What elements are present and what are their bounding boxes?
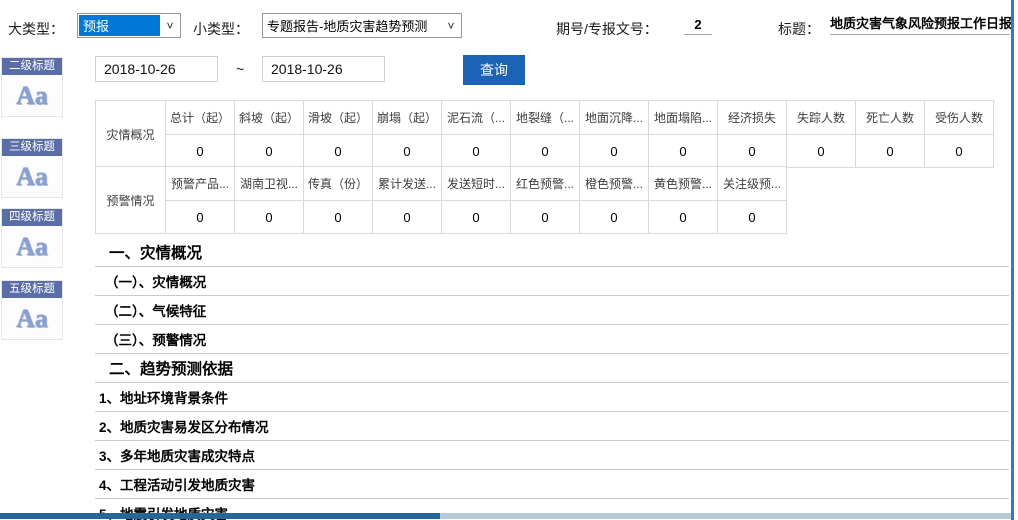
column-header: 传真（份）	[304, 167, 373, 201]
sidebar-item-heading5[interactable]: 五级标题 Aa	[1, 280, 63, 340]
heading3-title: 三级标题	[2, 139, 62, 156]
table-cell-value: 0	[166, 201, 235, 234]
date-from-input[interactable]	[95, 56, 218, 82]
sidebar-item-heading4[interactable]: 四级标题 Aa	[1, 208, 63, 268]
table-cell-value: 0	[304, 201, 373, 234]
table-row-label: 灾情概况	[96, 101, 166, 168]
chevron-down-icon: ˅	[441, 14, 461, 37]
outline-item-2-4[interactable]: 4、工程活动引发地质灾害	[95, 470, 1009, 499]
column-header: 湖南卫视...	[235, 167, 304, 201]
font-style-aa-icon: Aa	[2, 226, 62, 267]
heading5-title: 五级标题	[2, 281, 62, 298]
major-type-label: 大类型：	[8, 19, 64, 39]
column-header: 黄色预警...	[649, 167, 718, 201]
table-cell-value: 0	[304, 135, 373, 168]
table-cell-value: 0	[649, 135, 718, 168]
minor-type-select[interactable]: 专题报告-地质灾害趋势预测 ˅	[262, 13, 462, 38]
column-header: 地裂缝（...	[511, 101, 580, 135]
column-header: 崩塌（起）	[373, 101, 442, 135]
warning-status-table: 预警情况 预警产品... 湖南卫视... 传真（份） 累计发送... 发送短时.…	[95, 166, 787, 234]
outline-subsection-1-1[interactable]: （一）、灾情概况	[95, 267, 1009, 296]
major-type-selected-value: 预报	[79, 15, 160, 36]
table-cell-value: 0	[166, 135, 235, 168]
table-cell-value: 0	[925, 135, 994, 168]
date-range-separator: ~	[236, 61, 244, 77]
table-cell-value: 0	[580, 135, 649, 168]
column-header: 地面沉降...	[580, 101, 649, 135]
issue-number-label: 期号/专报文号：	[556, 19, 658, 39]
outline-subsection-1-3[interactable]: （三）、预警情况	[95, 325, 1009, 354]
major-type-select[interactable]: 预报 ˅	[77, 13, 181, 38]
table-cell-value: 0	[511, 135, 580, 168]
column-header: 累计发送...	[373, 167, 442, 201]
horizontal-scrollbar-thumb[interactable]	[0, 513, 440, 519]
font-style-aa-icon: Aa	[2, 75, 62, 116]
outline-section-2[interactable]: 二、趋势预测依据	[95, 354, 1009, 383]
table-cell-value: 0	[580, 201, 649, 234]
column-header: 死亡人数	[856, 101, 925, 135]
column-header: 发送短时...	[442, 167, 511, 201]
table-cell-value: 0	[442, 135, 511, 168]
outline-subsection-1-2[interactable]: （二）、气候特征	[95, 296, 1009, 325]
horizontal-scrollbar[interactable]	[0, 513, 1011, 519]
table-cell-value: 0	[511, 201, 580, 234]
table-cell-value: 0	[235, 135, 304, 168]
outline-item-2-3[interactable]: 3、多年地质灾害成灾特点	[95, 441, 1009, 470]
issue-number-field[interactable]: 2	[684, 14, 712, 35]
column-header: 经济损失	[718, 101, 787, 135]
column-header: 总计（起）	[166, 101, 235, 135]
outline-item-2-1[interactable]: 1、地址环境背景条件	[95, 383, 1009, 412]
outline-section-1[interactable]: 一、灾情概况	[95, 238, 1009, 267]
heading2-title: 二级标题	[2, 58, 62, 75]
outline-item-2-2[interactable]: 2、地质灾害易发区分布情况	[95, 412, 1009, 441]
column-header: 红色预警...	[511, 167, 580, 201]
table-row-label: 预警情况	[96, 167, 166, 234]
font-style-aa-icon: Aa	[2, 298, 62, 339]
column-header: 橙色预警...	[580, 167, 649, 201]
font-style-aa-icon: Aa	[2, 156, 62, 197]
chevron-down-icon: ˅	[160, 14, 180, 37]
table-cell-value: 0	[787, 135, 856, 168]
table-cell-value: 0	[373, 201, 442, 234]
column-header: 斜坡（起）	[235, 101, 304, 135]
heading4-title: 四级标题	[2, 209, 62, 226]
sidebar-item-heading2[interactable]: 二级标题 Aa	[1, 57, 63, 117]
sidebar-item-heading3[interactable]: 三级标题 Aa	[1, 138, 63, 198]
table-cell-value: 0	[718, 201, 787, 234]
document-outline: 一、灾情概况 （一）、灾情概况 （二）、气候特征 （三）、预警情况 二、趋势预测…	[95, 238, 1009, 520]
column-header: 泥石流（...	[442, 101, 511, 135]
title-field[interactable]: 地质灾害气象风险预报工作日报	[830, 13, 1010, 35]
title-label: 标题：	[778, 19, 820, 39]
column-header: 关注级预...	[718, 167, 787, 201]
table-cell-value: 0	[718, 135, 787, 168]
column-header: 受伤人数	[925, 101, 994, 135]
table-cell-value: 0	[856, 135, 925, 168]
table-cell-value: 0	[442, 201, 511, 234]
disaster-overview-table: 灾情概况 总计（起） 斜坡（起） 滑坡（起） 崩塌（起） 泥石流（... 地裂缝…	[95, 100, 994, 168]
column-header: 失踪人数	[787, 101, 856, 135]
table-cell-value: 0	[235, 201, 304, 234]
minor-type-label: 小类型：	[193, 19, 249, 39]
date-to-input[interactable]	[262, 56, 385, 82]
table-cell-value: 0	[649, 201, 718, 234]
window-right-border	[1011, 0, 1014, 520]
report-editor-window: 大类型： 预报 ˅ 小类型： 专题报告-地质灾害趋势预测 ˅ 期号/专报文号： …	[0, 0, 1018, 520]
column-header: 地面塌陷...	[649, 101, 718, 135]
column-header: 预警产品...	[166, 167, 235, 201]
query-button[interactable]: 查询	[463, 55, 525, 85]
minor-type-selected-value: 专题报告-地质灾害趋势预测	[263, 14, 441, 37]
column-header: 滑坡（起）	[304, 101, 373, 135]
table-cell-value: 0	[373, 135, 442, 168]
